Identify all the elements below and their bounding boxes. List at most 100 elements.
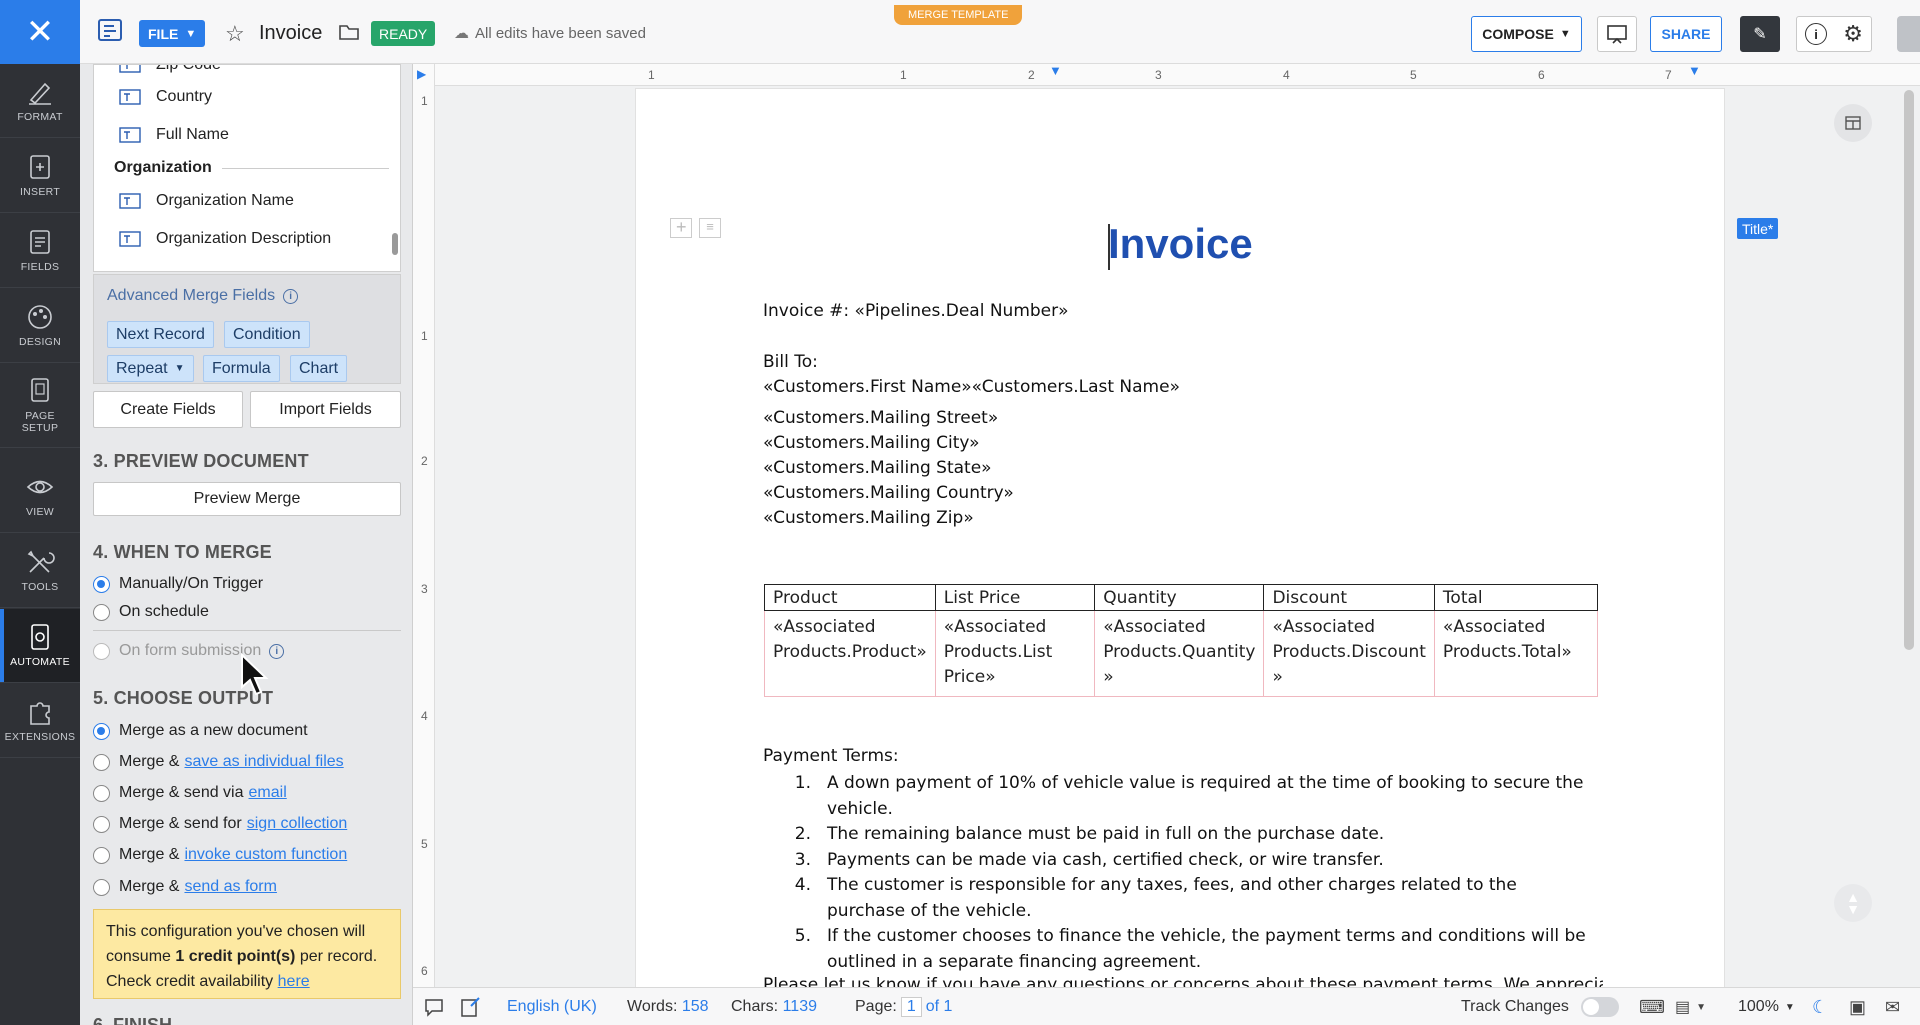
radio-on-schedule[interactable]: On schedule [93,601,209,623]
radio-manual-trigger[interactable]: Manually/On Trigger [93,573,263,595]
preview-merge-button[interactable]: Preview Merge [93,482,401,516]
scroll-nav-icon[interactable]: ▲ ▼ [1834,884,1872,922]
address-line[interactable]: «Customers.Mailing Street» [763,408,998,428]
editor-scrollbar[interactable] [1904,90,1914,650]
list-item[interactable]: 1. A down payment of 10% of vehicle value… [780,771,1600,822]
field-list-scrollbar[interactable] [392,233,398,255]
page-layout-icon[interactable]: ▤ ▼ [1675,988,1706,1025]
custom-function-link[interactable]: invoke custom function [184,846,347,864]
condition-chip[interactable]: Condition [224,321,310,348]
products-table[interactable]: Product List Price Quantity Discount Tot… [764,584,1599,697]
star-icon[interactable]: ☆ [225,21,245,47]
compose-button[interactable]: COMPOSE ▼ [1471,16,1582,52]
mail-icon[interactable]: ✉ [1885,988,1900,1025]
table-header[interactable]: Quantity [1094,584,1265,611]
address-line[interactable]: «Customers.Mailing Zip» [763,508,974,528]
customer-name-line[interactable]: «Customers.First Name»«Customers.Last Na… [763,377,1180,397]
zoom-selector[interactable]: 100% ▼ [1738,988,1795,1025]
invoice-number-line[interactable]: Invoice #: «Pipelines.Deal Number» [763,301,1069,321]
avatar[interactable] [1897,16,1920,52]
rail-item-tools[interactable]: TOOLS [0,534,80,608]
radio-output-sign[interactable]: Merge & send for sign collection [93,813,347,835]
rail-item-page-setup[interactable]: PAGE SETUP [0,364,80,448]
radio-output-form[interactable]: Merge & send as form [93,876,277,898]
payment-terms-heading[interactable]: Payment Terms: [763,746,899,766]
table-cell[interactable]: «Associated Products.Quantity » [1094,610,1265,697]
address-line[interactable]: «Customers.Mailing City» [763,433,980,453]
radio-output-email[interactable]: Merge & send via email [93,782,287,804]
notes-icon[interactable] [459,988,481,1025]
style-tag[interactable]: Title* [1737,218,1779,239]
bill-to-label[interactable]: Bill To: [763,352,818,372]
table-header[interactable]: Discount [1263,584,1435,611]
list-item[interactable]: 4. The customer is responsible for any ta… [780,873,1600,924]
track-changes-toggle[interactable] [1580,997,1619,1017]
email-link[interactable]: email [249,784,287,802]
rail-item-extensions[interactable]: EXTENSIONS [0,684,80,758]
save-individual-files-link[interactable]: save as individual files [184,753,343,771]
field-item[interactable]: Organization Name [119,189,294,213]
info-icon[interactable]: i [1805,23,1828,45]
doc-menu-icon[interactable] [96,16,126,46]
sign-collection-link[interactable]: sign collection [247,815,348,833]
credit-here-link[interactable]: here [278,973,310,990]
next-record-chip[interactable]: Next Record [107,321,214,348]
rail-item-format[interactable]: FORMAT [0,64,80,138]
import-fields-button[interactable]: Import Fields [250,391,401,428]
reading-view-icon[interactable]: ▣ [1849,988,1866,1025]
field-item[interactable]: Organization Description [119,227,331,251]
table-header[interactable]: Product [764,584,936,611]
gear-icon[interactable]: ⚙ [1843,22,1863,47]
keyboard-icon[interactable]: ⌨ [1639,988,1665,1025]
track-changes[interactable]: Track Changes [1461,988,1619,1025]
present-icon[interactable] [1597,16,1637,52]
rail-item-design[interactable]: DESIGN [0,289,80,363]
list-item[interactable]: 3. Payments can be made via cash, certifi… [780,848,1600,874]
closing-line[interactable]: Please let us know if you have any quest… [763,975,1603,987]
add-block-icon[interactable]: + [670,217,692,238]
document-title[interactable]: Invoice [259,22,322,45]
info-icon[interactable]: i [283,288,299,304]
radio-output-new-doc[interactable]: Merge as a new document [93,720,308,742]
field-item[interactable]: Full Name [119,123,229,147]
field-item[interactable]: Zip Code [119,65,221,77]
share-button[interactable]: SHARE [1650,16,1722,52]
table-cell[interactable]: «Associated Products.Product» [764,610,936,697]
formula-chip[interactable]: Formula [203,355,280,382]
rail-item-fields[interactable]: FIELDS [0,214,80,288]
indent-marker-icon[interactable]: ▼ [1049,63,1062,78]
rail-item-automate[interactable]: AUTOMATE [0,609,80,683]
page-input[interactable]: 1 [900,997,922,1017]
file-menu-button[interactable]: FILE ▼ [139,20,206,47]
table-header[interactable]: Total [1433,584,1599,611]
layout-toggle-icon[interactable] [1834,104,1872,142]
field-item[interactable]: Country [119,85,212,109]
translate-icon[interactable]: ✎ [1740,16,1780,52]
dark-mode-icon[interactable]: ☾ [1812,988,1828,1025]
table-cell[interactable]: «Associated Products.Discount » [1263,610,1435,697]
doc-heading[interactable]: Invoice [1108,220,1253,268]
close-icon[interactable]: ✕ [0,0,80,64]
chart-chip[interactable]: Chart [290,355,348,382]
send-as-form-link[interactable]: send as form [184,878,276,896]
rail-item-view[interactable]: VIEW [0,459,80,533]
repeat-chip[interactable]: Repeat ▼ [107,355,194,382]
comment-icon[interactable] [423,988,445,1025]
table-header[interactable]: List Price [934,584,1096,611]
list-item[interactable]: 5. If the customer chooses to finance the… [780,924,1600,975]
ruler-toggle-icon[interactable]: ▶ [417,67,426,81]
radio-output-individual-files[interactable]: Merge & save as individual files [93,751,344,773]
paragraph-menu-icon[interactable]: ≡ [699,218,721,238]
address-line[interactable]: «Customers.Mailing Country» [763,483,1014,503]
table-cell[interactable]: «Associated Products.List Price» [934,610,1096,697]
create-fields-button[interactable]: Create Fields [93,391,243,428]
address-line[interactable]: «Customers.Mailing State» [763,458,992,478]
table-cell[interactable]: «Associated Products.Total» [1433,610,1599,697]
list-item[interactable]: 2. The remaining balance must be paid in … [780,822,1600,848]
language-selector[interactable]: English (UK) [507,988,597,1025]
rail-item-insert[interactable]: INSERT [0,139,80,213]
info-icon[interactable]: i [269,643,285,659]
radio-output-custom-function[interactable]: Merge & invoke custom function [93,844,347,866]
right-indent-marker-icon[interactable]: ▼ [1688,63,1701,78]
folder-icon[interactable] [338,22,360,42]
